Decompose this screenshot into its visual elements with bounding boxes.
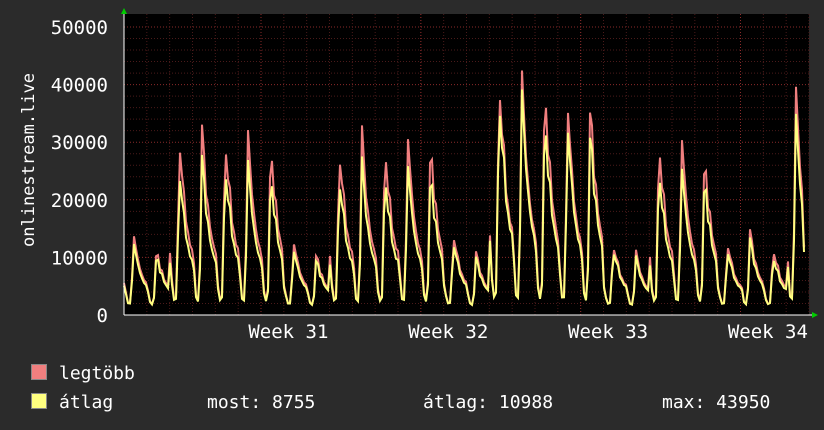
- legend-item-legtobb: legtöbb: [31, 363, 135, 384]
- legend-label-atlag: átlag: [59, 392, 114, 413]
- y-tick-label: 30000: [51, 132, 108, 154]
- stat-most: most: 8755: [207, 392, 316, 413]
- stat-max: max: 43950: [662, 392, 771, 413]
- x-tick-label: Week 33: [568, 321, 648, 343]
- legend-swatch-atlag: [31, 393, 47, 409]
- legend-label-legtobb: legtöbb: [59, 363, 135, 384]
- y-tick-label: 50000: [51, 17, 108, 39]
- traffic-chart: 01000020000300004000050000 Week 31 Week 3…: [51, 8, 818, 343]
- y-tick-label: 20000: [51, 190, 108, 212]
- stat-atlag: átlag: 10988: [423, 392, 554, 413]
- x-tick-label: Week 34: [728, 321, 808, 343]
- y-axis-ticks: 0 10000 20000 30000 40000 50000: [51, 17, 108, 327]
- y-axis-label: onlinestream.live: [19, 73, 39, 247]
- x-axis-arrow-icon: [812, 312, 818, 318]
- y-tick-label: 10000: [51, 247, 108, 269]
- y-tick-label: 40000: [51, 75, 108, 97]
- x-axis-ticks: Week 31 Week 32 Week 33 Week 34: [248, 321, 808, 343]
- x-tick-label: Week 31: [248, 321, 328, 343]
- legend-swatch-legtobb: [31, 364, 47, 380]
- x-tick-label: Week 32: [408, 321, 488, 343]
- y-axis-arrow-icon: [121, 8, 127, 14]
- legend-item-atlag: átlag: [31, 392, 113, 413]
- y-tick-label: 0: [97, 305, 108, 327]
